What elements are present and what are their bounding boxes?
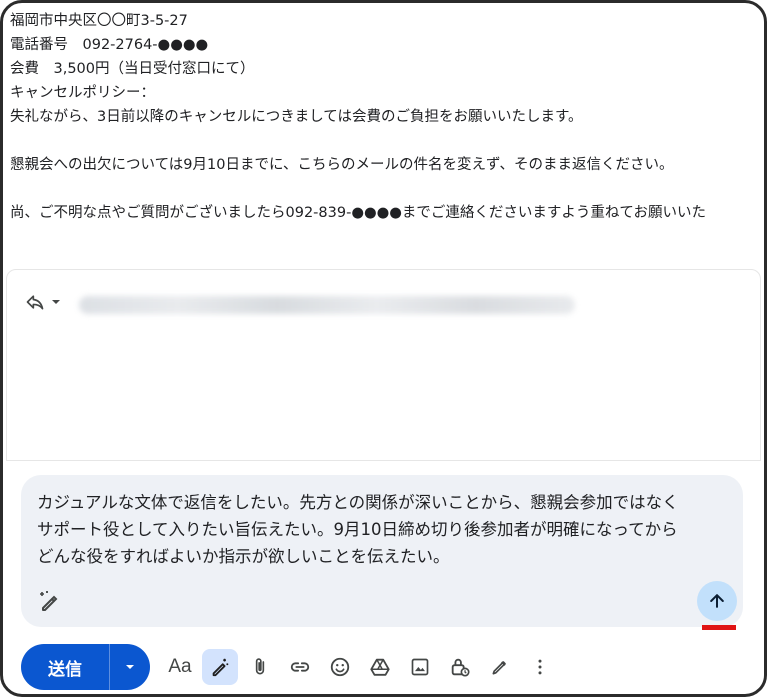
email-line: 福岡市中央区〇〇町3-5-27 [10,13,188,29]
drive-icon [370,658,390,676]
paperclip-icon [255,658,265,675]
link-icon [290,662,310,672]
arrow-up-icon [710,594,724,608]
email-line: 失礼ながら、3日前以降のキャンセルにつきましては会費のご負担をお願いいたします。 [10,109,583,125]
help-me-write-button[interactable] [202,649,238,685]
reply-compose-area[interactable] [6,269,761,461]
pen-icon [492,661,506,675]
email-line: 懇親会への出欠については9月10日までに、こちらのメールの件名を変えず、そのまま… [10,157,674,173]
confidential-mode-button[interactable] [442,649,478,685]
lock-clock-icon [451,658,470,677]
compose-toolbar: 送信 Aa [21,643,558,691]
insert-emoji-button[interactable] [322,649,358,685]
magic-pen-icon [37,589,61,613]
formatting-options-button[interactable]: Aa [162,649,198,685]
more-vert-icon [538,659,542,675]
caret-down-icon [126,665,134,669]
send-button-group: 送信 [21,644,150,690]
email-line: 会費 3,500円（当日受付窓口にて） [10,61,255,77]
reply-type-selector[interactable] [23,290,63,314]
quoted-email-body: 福岡市中央区〇〇町3-5-27 電話番号 092-2764-●●●● 会費 3,… [10,9,764,225]
prompt-line: カジュアルな文体で返信をしたい。先方との関係が深いことから、懇親会参加ではなく [37,493,679,512]
email-line: 尚、ご不明な点やご質問がございましたら092-839-●●●●までご連絡ください… [10,205,706,221]
email-blank-line [10,177,764,201]
prompt-line: どんな役をすればよいか指示が欲しいことを伝えたい。 [37,547,450,566]
submit-prompt-button[interactable] [697,581,737,621]
insert-signature-button[interactable] [482,649,518,685]
send-options-button[interactable] [110,644,150,690]
prompt-line: サポート役として入りたい旨伝えたい。9月10日締め切り後参加者が明確になってから [37,520,678,539]
recipients-field-blurred[interactable] [79,296,575,314]
insert-photo-button[interactable] [402,649,438,685]
email-line: 電話番号 092-2764-●●●● [10,37,209,53]
formatting-icon: Aa [168,656,192,677]
highlight-underline [702,625,736,630]
email-line: キャンセルポリシー： [10,85,155,101]
email-blank-line [10,129,764,153]
caret-down-icon[interactable] [49,290,63,314]
reply-icon[interactable] [23,290,47,314]
ai-prompt-card[interactable]: カジュアルな文体で返信をしたい。先方との関係が深いことから、懇親会参加ではなく … [21,475,743,627]
more-options-button[interactable] [522,649,558,685]
image-icon [411,658,429,676]
ai-prompt-input[interactable]: カジュアルな文体で返信をしたい。先方との関係が深いことから、懇親会参加ではなく … [37,489,725,570]
attach-files-button[interactable] [242,649,278,685]
emoji-icon [330,657,350,677]
compose-window: 福岡市中央区〇〇町3-5-27 電話番号 092-2764-●●●● 会費 3,… [0,0,767,697]
magic-pen-icon [212,658,229,677]
send-button[interactable]: 送信 [21,644,109,690]
insert-drive-button[interactable] [362,649,398,685]
insert-link-button[interactable] [282,649,318,685]
